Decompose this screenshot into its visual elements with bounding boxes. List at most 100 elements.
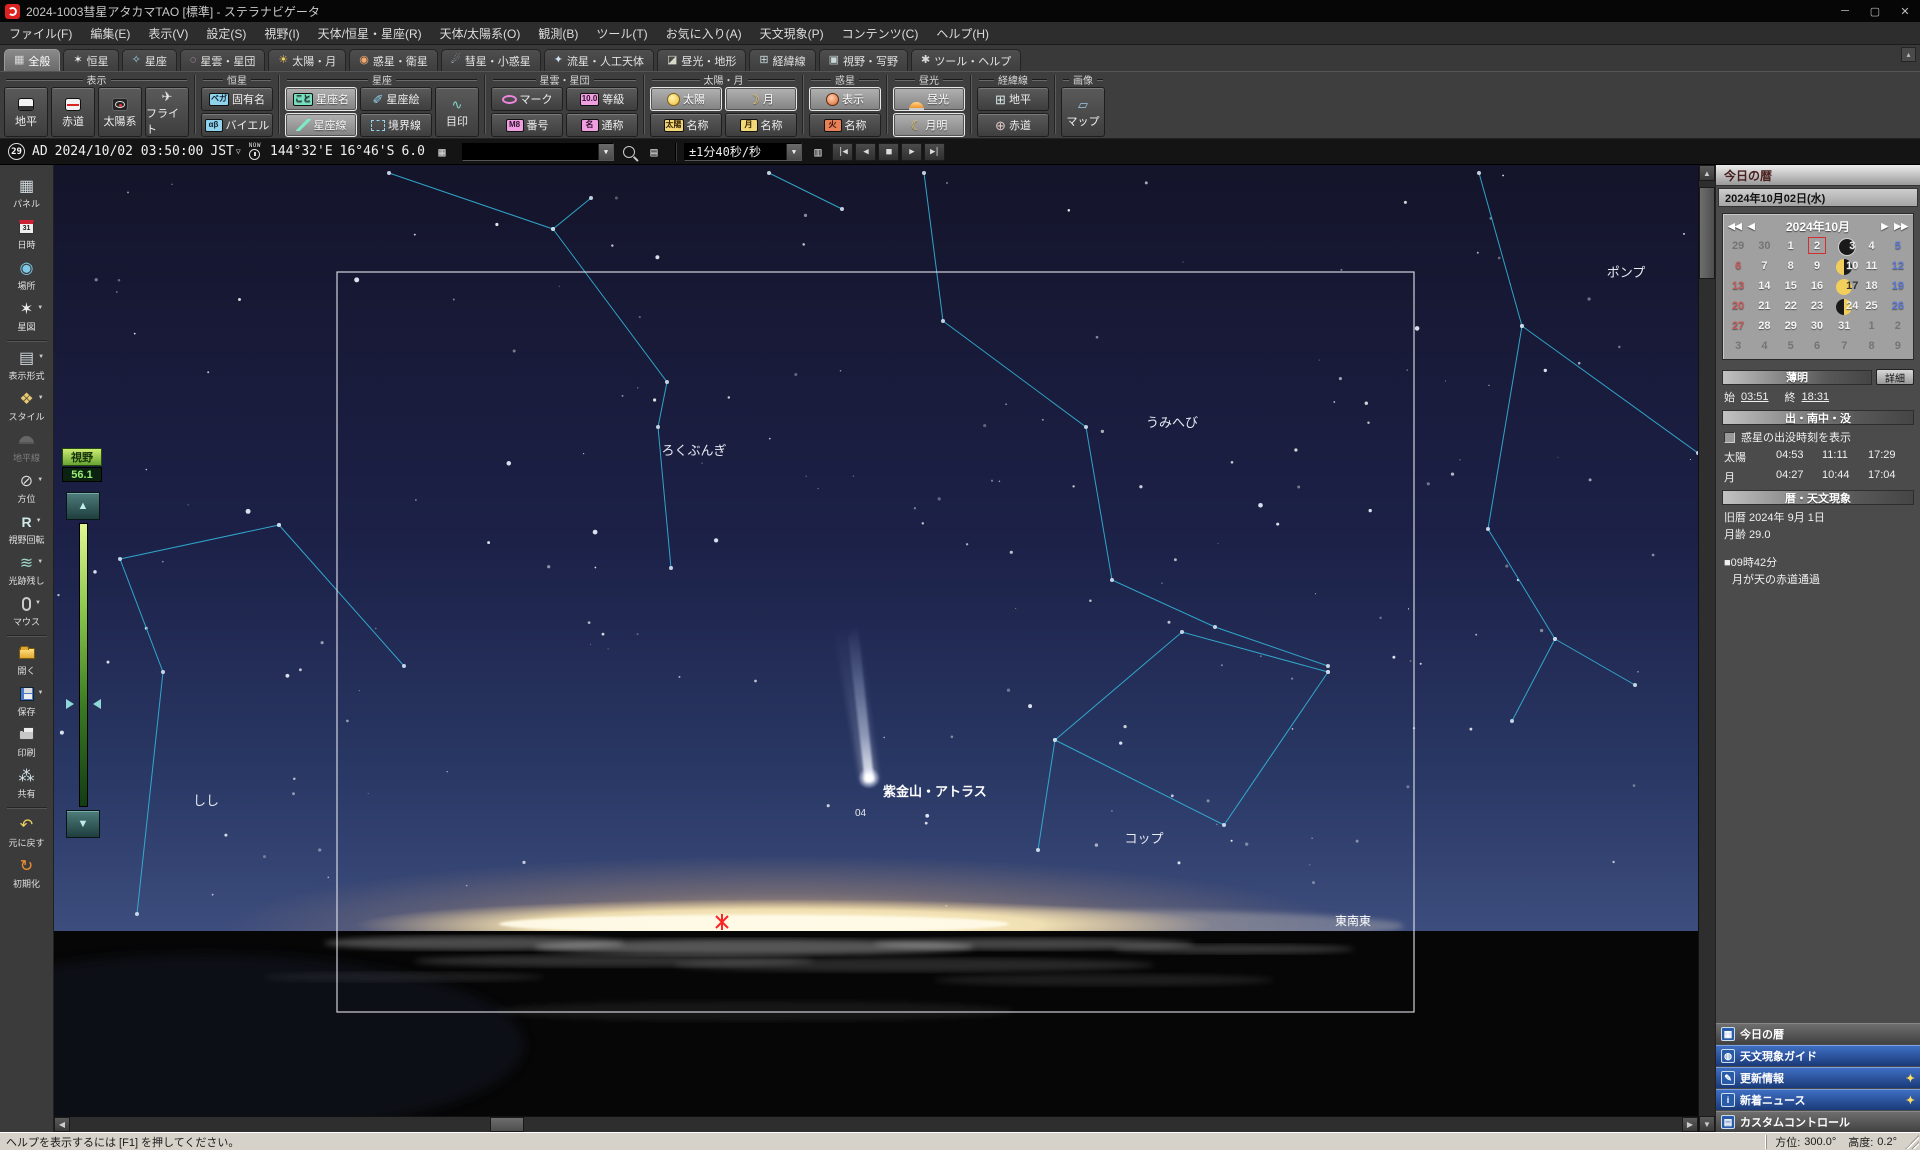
menu-item-8[interactable]: ツール(T) [587,22,656,44]
twilight-end-time[interactable]: 18:31 [1802,391,1830,403]
dropdown-arrow-icon[interactable]: ▼ [38,395,44,401]
menu-item-0[interactable]: ファイル(F) [0,22,81,44]
calendar-day-6[interactable]: 6 [1804,336,1830,355]
sidebar-item-光跡残し[interactable]: ≋▼光跡残し [2,550,52,591]
calendar-day-26[interactable]: 26 [1885,296,1911,315]
object-list-icon[interactable]: ▤ [644,143,664,161]
vertical-scrollbar[interactable]: ▲ ▼ [1698,165,1715,1132]
calendar-day-14[interactable]: 14 [1751,276,1777,295]
calendar-next-month-button[interactable]: ▶ [1878,221,1891,232]
zoom-out-button[interactable]: ▼ [66,810,100,838]
toolbar-button-バイエル[interactable]: αβバイエル [201,113,273,137]
sidebar-item-日時[interactable]: 31日時 [2,214,52,255]
star-chart-canvas[interactable]: 紫金山・アトラス04ポンプうみへびろくぶんぎししコップ東南東 視野 56.1 ▲… [54,165,1698,1116]
calendar-next-year-button[interactable]: ▶▶ [1891,221,1911,232]
calendar-day-2[interactable]: 2 [1804,236,1830,255]
calendar-day-5[interactable]: 5 [1778,336,1804,355]
time-step-combo-arrow[interactable]: ▼ [786,144,801,160]
calendar-day-4[interactable]: 4 [1751,336,1777,355]
skip-to-end-button[interactable]: ▶| [924,143,945,161]
sidebar-item-方位[interactable]: ⊘▼方位 [2,468,52,509]
planet-times-checkbox[interactable] [1724,432,1735,443]
toolbar-button-名称[interactable]: 月名称 [725,113,797,137]
calendar-day-7[interactable]: 7 [1830,336,1858,355]
minimize-button[interactable]: ─ [1830,0,1860,22]
sidebar-item-視野回転[interactable]: R▼視野回転 [2,509,52,550]
twilight-start-time[interactable]: 03:51 [1741,391,1769,403]
dropdown-arrow-icon[interactable]: ▼ [37,305,43,311]
calendar-day-31[interactable]: 31 [1830,316,1858,335]
zoom-slider-handle-right[interactable] [93,699,101,709]
scroll-right-icon[interactable]: ▶ [1682,1117,1698,1132]
horizontal-scrollbar[interactable]: ◀ ▶ [54,1116,1698,1132]
skip-to-start-button[interactable]: |◀ [832,143,853,161]
calendar-day-23[interactable]: 23 [1804,296,1830,315]
tab-2[interactable]: ✧星座 [122,49,177,71]
calendar-day-20[interactable]: 20 [1725,296,1751,315]
menu-item-4[interactable]: 視野(I) [255,22,308,44]
panel-bar-カスタムコントロール[interactable]: ▤カスタムコントロール [1716,1111,1920,1132]
search-icon[interactable] [620,143,640,161]
menu-item-3[interactable]: 設定(S) [197,22,255,44]
toolbar-button-マーク[interactable]: マーク [491,87,563,111]
tab-5[interactable]: ◉惑星・衛星 [349,49,438,71]
sidebar-item-表示形式[interactable]: ▤▼表示形式 [2,345,52,386]
calendar-day-7[interactable]: 7 [1751,256,1777,275]
calendar-day-28[interactable]: 28 [1751,316,1777,335]
dropdown-arrow-icon[interactable]: ▼ [37,559,43,565]
toolbar-button-境界線[interactable]: 境界線 [360,113,432,137]
calendar-prev-month-button[interactable]: ◀ [1745,221,1758,232]
toolbar-button-太陽[interactable]: 太陽 [650,87,722,111]
calendar-day-8[interactable]: 8 [1858,336,1884,355]
sidebar-item-保存[interactable]: ▼保存 [2,681,52,722]
calendar-day-16[interactable]: 16 [1804,276,1830,295]
tab-6[interactable]: ☄彗星・小惑星 [441,49,541,71]
now-clock-icon[interactable]: NOW [249,143,261,160]
sidebar-item-場所[interactable]: ◉場所 [2,255,52,296]
calendar-day-22[interactable]: 22 [1778,296,1804,315]
toolbar-button-番号[interactable]: M8番号 [491,113,563,137]
calendar-day-11[interactable]: 11 [1858,256,1884,275]
toolbar-button-表示[interactable]: 表示 [809,87,881,111]
field-of-view-chip[interactable]: 視野 [62,448,102,466]
tab-9[interactable]: ⊞経緯線 [749,49,815,71]
calendar-day-6[interactable]: 6 [1725,256,1751,275]
horizontal-scroll-thumb[interactable] [490,1117,524,1132]
dropdown-arrow-icon[interactable]: ▼ [38,354,44,360]
zoom-slider-handle-left[interactable] [66,699,74,709]
toolbar-button-名称[interactable]: 火名称 [809,113,881,137]
toolbar-button-等級[interactable]: 10.0等級 [566,87,638,111]
calendar-day-19[interactable]: 19 [1885,276,1911,295]
toolbar-button-赤道[interactable]: 赤道 [51,87,95,137]
sidebar-item-元に戻す[interactable]: ↶元に戻す [2,812,52,853]
calendar-day-1[interactable]: 1 [1858,316,1884,335]
calendar-day-30[interactable]: 30 [1804,316,1830,335]
toolbar-button-赤道[interactable]: ⊕赤道 [977,113,1049,137]
tab-8[interactable]: ◪昼光・地形 [657,49,746,71]
calendar-day-9[interactable]: 9 [1804,256,1830,275]
sidebar-item-開く[interactable]: 開く [2,640,52,681]
calendar-day-27[interactable]: 27 [1725,316,1751,335]
step-back-button[interactable]: ◀ [855,143,876,161]
sidebar-item-初期化[interactable]: ↻初期化 [2,853,52,894]
toolbar-button-月明[interactable]: ☾月明 [893,113,965,137]
sidebar-item-共有[interactable]: ⁂共有 [2,763,52,804]
twilight-detail-button[interactable]: 詳細 [1876,369,1914,385]
calendar-day-9[interactable]: 9 [1885,336,1911,355]
toolbar-button-星座線[interactable]: 星座線 [285,113,357,137]
calendar-day-29[interactable]: 29 [1725,236,1751,255]
magnitude-settings-icon[interactable]: ▦ [432,143,452,161]
tab-4[interactable]: ☀太陽・月 [268,49,346,71]
toolbar-button-固有名[interactable]: ベガ固有名 [201,87,273,111]
sidebar-item-星図[interactable]: ✶▼星図 [2,296,52,337]
panel-bar-天文現象ガイド[interactable]: ◍天文現象ガイド [1716,1045,1920,1066]
sidebar-item-マウス[interactable]: ▼マウス [2,591,52,632]
tab-7[interactable]: ✦流星・人工天体 [544,49,654,71]
panel-bar-今日の暦[interactable]: ▦今日の暦 [1716,1023,1920,1044]
calendar-day-8[interactable]: 8 [1778,256,1804,275]
scroll-left-icon[interactable]: ◀ [54,1117,70,1132]
maximize-button[interactable]: ▢ [1860,0,1890,22]
toolbar-button-星座名[interactable]: こと星座名 [285,87,357,111]
dropdown-arrow-icon[interactable]: ▼ [35,600,41,606]
menu-item-2[interactable]: 表示(V) [139,22,197,44]
